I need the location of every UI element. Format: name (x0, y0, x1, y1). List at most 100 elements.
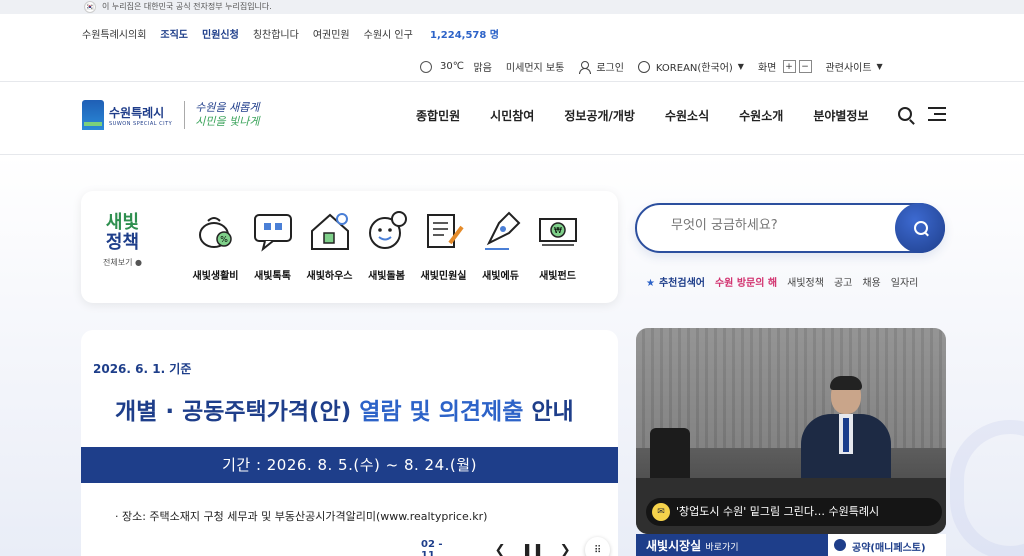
utility-bar: 수원특례시의회 조직도 민원신청 칭찬합니다 여권민원 수원시 인구 1,224… (0, 14, 1024, 82)
policy-item-house[interactable]: 새빛하우스 (301, 209, 358, 282)
policy-item-label: 새빛생활비 (192, 271, 239, 282)
headline-highlight: 열람 및 의견제출 (359, 399, 524, 425)
bottom-quicklinks: 새빛시장실 바로가기 공약(매니페스토) (636, 534, 946, 556)
city-emblem-icon (82, 100, 104, 130)
slider-pager: 02 - 11 ❮ ❚❚ ❯ ⠿ (421, 537, 618, 556)
zoom-in-button[interactable]: + (782, 60, 796, 73)
population-label: 수원시 인구 1,224,578 명 (364, 26, 513, 41)
zoom-out-button[interactable]: − (798, 60, 812, 73)
chat-icon: ✉ (652, 503, 670, 521)
policy-item-talk[interactable]: 새빛톡톡 (244, 209, 301, 282)
weather: 30℃ 맑음 (420, 59, 492, 74)
policy-title-1: 새빛 (105, 212, 140, 233)
nav-item-info[interactable]: 정보공개/개방 (564, 107, 635, 124)
language-label: KOREAN(한국어) (655, 63, 733, 74)
nav-item-fields[interactable]: 분야별정보 (813, 107, 868, 124)
notice-headline: 개별 · 공동주택가격(안) 열람 및 의견제출 안내 (115, 392, 574, 426)
recommended-keywords: 추천검색어 수원 방문의 해 새빛정책 공고 채용 일자리 (646, 274, 946, 289)
notice-date: 2026. 6. 1. 기준 (93, 362, 192, 376)
fine-dust: 미세먼지 보통 (506, 59, 564, 74)
gov-banner-text: 이 누리집은 대한민국 공식 전자정부 누리집입니다. (102, 2, 272, 11)
screen-label: 화면 (757, 63, 777, 74)
related-sites-select[interactable]: 관련사이트 ▼ (826, 59, 883, 74)
nav-item-about[interactable]: 수원소개 (739, 107, 783, 124)
keywords-label: 추천검색어 (646, 274, 705, 289)
photo-caption[interactable]: '창업도시 수원' 밑그림 그린다… 수원특례시 (646, 498, 942, 526)
view-all-link[interactable]: 전체보기 ● (103, 257, 142, 268)
weather-state: 맑음 (473, 63, 492, 74)
nav-item-news[interactable]: 수원소식 (665, 107, 709, 124)
screen-zoom: 화면 + − (758, 59, 812, 74)
keyword-link[interactable]: 새빛정책 (787, 274, 824, 289)
mayor-office-link[interactable]: 새빛시장실 바로가기 (646, 537, 739, 554)
policy-item-edu[interactable]: 새빛에듀 (472, 209, 529, 282)
search-input[interactable] (671, 218, 891, 233)
policy-item-label: 새빛돌봄 (368, 271, 405, 282)
passport-link[interactable]: 여권민원 (313, 26, 350, 41)
next-slide-button[interactable]: ❯ (553, 540, 578, 556)
org-chart-link[interactable]: 조직도 (160, 26, 188, 41)
policy-item-label: 새빛에듀 (482, 271, 519, 282)
mayor-office-label: 새빛시장실 (646, 539, 702, 553)
civil-request-link[interactable]: 민원신청 (202, 26, 239, 41)
logo-english: SUWON SPECIAL CITY (109, 120, 173, 127)
keyword-link[interactable]: 수원 방문의 해 (715, 274, 777, 289)
keyword-link[interactable]: 공고 (834, 274, 852, 289)
population-text: 수원시 인구 (363, 30, 413, 41)
fountain-pen-icon (484, 211, 520, 250)
notice-period: 기간 : 2026. 8. 5.(수) ~ 8. 24.(월) (81, 447, 618, 483)
utility-links: 수원특례시의회 조직도 민원신청 칭찬합니다 여권민원 수원시 인구 1,224… (82, 26, 527, 41)
header: 수원특례시 SUWON SPECIAL CITY 수원을 새롭게 시민을 빛나게… (0, 82, 1024, 155)
login-label: 로그인 (596, 63, 624, 74)
policy-card: 새빛 정책 전체보기 ● % 새빛생활비 새빛톡톡 새빛하우스 새빛돌봄 새빛민… (81, 191, 618, 303)
hamburger-menu-icon[interactable] (928, 107, 946, 121)
svg-text:%: % (220, 235, 228, 244)
language-select[interactable]: KOREAN(한국어) ▼ (637, 59, 744, 74)
search-icon[interactable] (898, 107, 912, 121)
keyword-link[interactable]: 일자리 (891, 274, 919, 289)
slide-counter: 02 - 11 (421, 539, 443, 556)
notice-banner[interactable]: 2026. 6. 1. 기준 개별 · 공동주택가격(안) 열람 및 의견제출 … (81, 330, 618, 556)
user-icon (578, 60, 592, 74)
policy-item-fund[interactable]: ₩ 새빛펀드 (529, 209, 586, 282)
slogan-line-2: 시민을 빛나게 (195, 115, 260, 128)
population-value: 1,224,578 명 (430, 30, 500, 41)
related-sites-label: 관련사이트 (825, 63, 872, 74)
policy-item-label: 새빛하우스 (306, 271, 353, 282)
utility-right: 30℃ 맑음 미세먼지 보통 로그인 KOREAN(한국어) ▼ 화면 + − … (420, 59, 897, 74)
policy-title[interactable]: 새빛 정책 전체보기 ● (103, 213, 142, 268)
policy-item-living[interactable]: % 새빛생활비 (187, 209, 244, 282)
policy-item-label: 새빛민원실 (420, 271, 467, 282)
mayor-office-sub: 바로가기 (705, 543, 739, 553)
search-button[interactable] (895, 203, 945, 253)
temperature: 30℃ (440, 61, 464, 72)
nav-item-civil[interactable]: 종합민원 (416, 107, 460, 124)
logo-korean: 수원특례시 (109, 105, 165, 120)
banknote-icon: ₩ (538, 218, 577, 246)
council-link[interactable]: 수원특례시의회 (82, 26, 146, 41)
nav-item-participation[interactable]: 시민참여 (490, 107, 534, 124)
slogan: 수원을 새롭게 시민을 빛나게 (184, 101, 259, 129)
document-pen-icon (426, 214, 464, 248)
grid-view-button[interactable]: ⠿ (585, 537, 610, 556)
slogan-line-1: 수원을 새롭게 (195, 101, 260, 114)
login-button[interactable]: 로그인 (578, 59, 624, 74)
headline-part: 안내 (523, 399, 574, 425)
keyword-link[interactable]: 채용 (862, 274, 880, 289)
house-gear-icon (310, 213, 349, 250)
sun-icon (420, 60, 432, 73)
policy-items: % 새빛생활비 새빛톡톡 새빛하우스 새빛돌봄 새빛민원실 새빛에듀 ₩ 새빛펀… (187, 209, 586, 282)
prev-slide-button[interactable]: ❮ (488, 540, 513, 556)
praise-link[interactable]: 칭찬합니다 (253, 26, 299, 41)
globe-icon (637, 60, 650, 73)
policy-item-office[interactable]: 새빛민원실 (415, 209, 472, 282)
photo-news[interactable]: '창업도시 수원' 밑그림 그린다… 수원특례시 ✉ (636, 328, 946, 534)
manifesto-link[interactable]: 공약(매니페스토) (828, 534, 946, 556)
chat-bubble-icon (253, 214, 292, 252)
pause-button[interactable]: ❚❚ (520, 540, 545, 556)
headline-part: 개별 · 공동주택가격(안) (115, 399, 360, 425)
fine-dust-text: 미세먼지 보통 (505, 63, 565, 74)
site-logo[interactable]: 수원특례시 SUWON SPECIAL CITY 수원을 새롭게 시민을 빛나게 (82, 100, 259, 130)
svg-text:₩: ₩ (554, 226, 562, 235)
policy-item-care[interactable]: 새빛돌봄 (358, 209, 415, 282)
